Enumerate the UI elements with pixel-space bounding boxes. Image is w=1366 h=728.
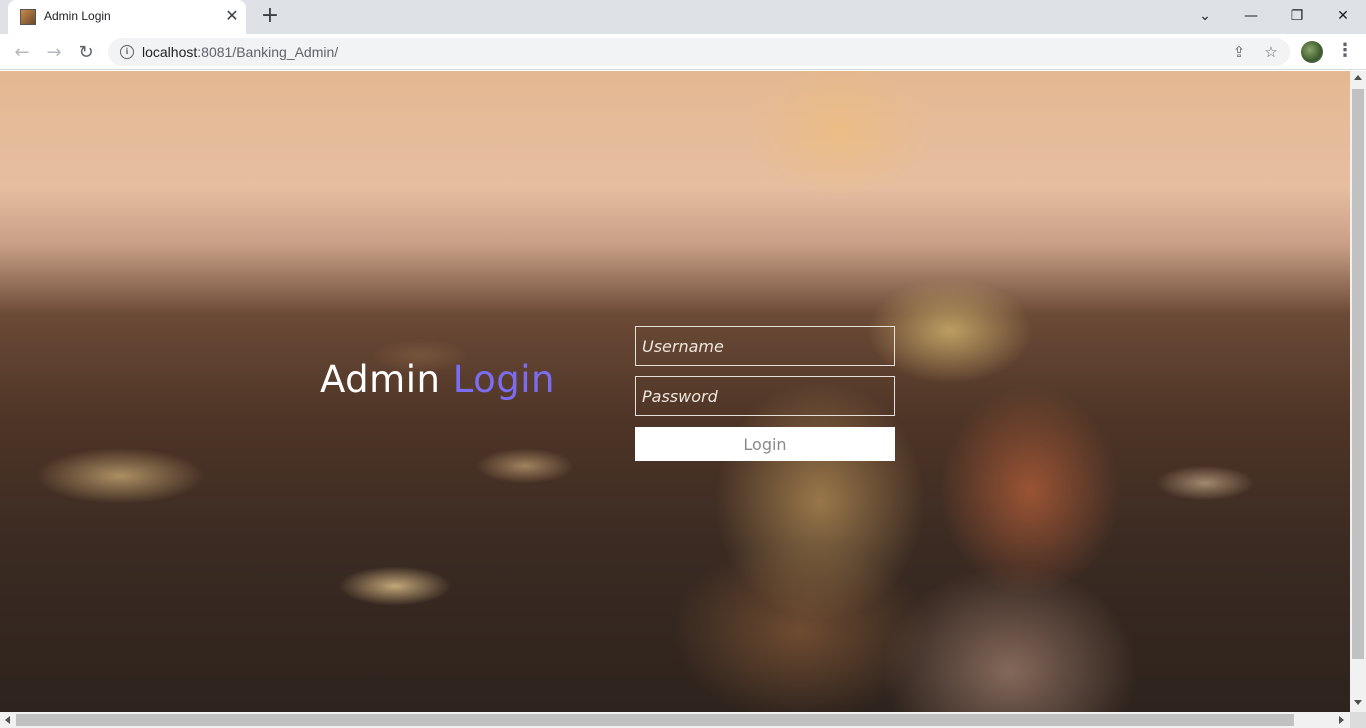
vertical-scroll-thumb[interactable] — [1352, 89, 1364, 659]
url-text[interactable]: localhost:8081/Banking_Admin/ — [142, 44, 338, 60]
username-input[interactable] — [635, 326, 895, 366]
horizontal-scrollbar[interactable] — [0, 712, 1350, 728]
browser-menu-icon[interactable]: ⋮ — [1336, 42, 1354, 62]
page-background: Admin Login Login — [0, 71, 1350, 712]
site-info-icon[interactable]: i — [120, 45, 134, 59]
page-title: Admin Login — [320, 358, 555, 401]
profile-avatar[interactable] — [1301, 41, 1323, 63]
browser-toolbar: ← → ↻ i localhost:8081/Banking_Admin/ ⇪ … — [0, 34, 1366, 70]
vertical-scrollbar[interactable] — [1350, 71, 1366, 712]
minimize-button[interactable]: — — [1228, 0, 1274, 32]
tab-favicon-icon — [20, 9, 36, 25]
url-path: :8081/Banking_Admin/ — [197, 44, 339, 60]
browser-titlebar: Admin Login ✕ + ⌄ — ❐ ✕ — [0, 0, 1366, 34]
password-input[interactable] — [635, 376, 895, 416]
browser-tab[interactable]: Admin Login ✕ — [8, 0, 246, 34]
reload-button[interactable]: ↻ — [73, 39, 99, 65]
scroll-down-icon[interactable] — [1354, 700, 1362, 705]
close-window-button[interactable]: ✕ — [1320, 0, 1366, 32]
scroll-left-icon[interactable] — [5, 716, 10, 724]
scroll-up-icon[interactable] — [1354, 75, 1362, 80]
tab-title: Admin Login — [44, 9, 111, 23]
forward-button[interactable]: → — [41, 39, 67, 65]
title-login: Login — [452, 358, 556, 401]
tab-close-icon[interactable]: ✕ — [224, 8, 240, 24]
share-icon[interactable]: ⇪ — [1229, 42, 1249, 62]
scrollbar-corner — [1350, 712, 1366, 728]
url-host: localhost — [142, 44, 198, 60]
address-bar[interactable]: i localhost:8081/Banking_Admin/ ⇪ ☆ — [108, 38, 1290, 66]
new-tab-button[interactable]: + — [258, 5, 282, 29]
login-button[interactable]: Login — [635, 427, 895, 461]
tab-search-icon[interactable]: ⌄ — [1182, 0, 1228, 32]
title-admin: Admin — [320, 358, 453, 401]
bookmark-star-icon[interactable]: ☆ — [1261, 42, 1281, 62]
restore-button[interactable]: ❐ — [1274, 0, 1320, 32]
horizontal-scroll-thumb[interactable] — [16, 714, 1294, 726]
back-button[interactable]: ← — [9, 39, 35, 65]
scroll-right-icon[interactable] — [1339, 716, 1344, 724]
